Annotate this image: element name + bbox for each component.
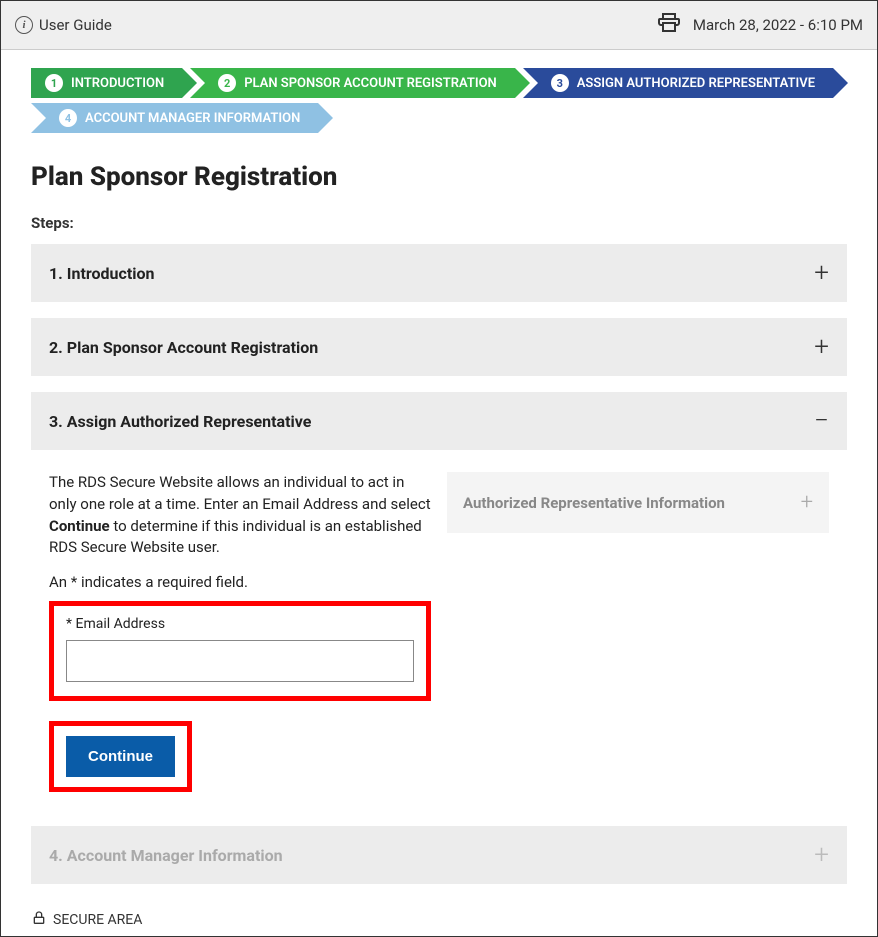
accordion-title: 4. Account Manager Information <box>49 846 283 865</box>
info-panel[interactable]: Authorized Representative Information + <box>447 472 829 533</box>
timestamp: March 28, 2022 - 6:10 PM <box>693 16 863 34</box>
accordion-title: 3. Assign Authorized Representative <box>49 412 311 431</box>
continue-button[interactable]: Continue <box>66 736 175 777</box>
app-header: i User Guide March 28, 2022 - 6:10 PM <box>1 1 877 50</box>
body-right: Authorized Representative Information + <box>447 472 829 792</box>
plus-icon: + <box>801 490 813 515</box>
plus-icon: + <box>814 334 829 360</box>
intro-paragraph: The RDS Secure Website allows an individ… <box>49 472 431 559</box>
secure-label: SECURE AREA <box>53 912 142 928</box>
main-content: 1 INTRODUCTION 2 PLAN SPONSOR ACCOUNT RE… <box>1 50 877 910</box>
para-bold: Continue <box>49 517 110 535</box>
info-icon: i <box>15 16 33 34</box>
header-title: User Guide <box>39 16 112 34</box>
email-highlight: * Email Address <box>49 601 431 701</box>
accordion-title: 1. Introduction <box>49 264 154 283</box>
breadcrumb-label: ASSIGN AUTHORIZED REPRESENTATIVE <box>577 76 815 91</box>
para-text-pre: The RDS Secure Website allows an individ… <box>49 473 431 513</box>
breadcrumb-label: PLAN SPONSOR ACCOUNT REGISTRATION <box>244 76 497 91</box>
accordion-plan-sponsor[interactable]: 2. Plan Sponsor Account Registration + <box>31 318 847 376</box>
breadcrumb-step-2[interactable]: 2 PLAN SPONSOR ACCOUNT REGISTRATION <box>190 68 515 98</box>
header-right: March 28, 2022 - 6:10 PM <box>657 11 863 39</box>
breadcrumb-step-1[interactable]: 1 INTRODUCTION <box>31 68 182 98</box>
header-left: i User Guide <box>15 16 112 34</box>
page-title: Plan Sponsor Registration <box>31 162 847 192</box>
continue-highlight: Continue <box>49 721 192 792</box>
email-input[interactable] <box>66 640 414 682</box>
breadcrumb-step-4[interactable]: 4 ACCOUNT MANAGER INFORMATION <box>31 103 318 133</box>
accordion-body: The RDS Secure Website allows an individ… <box>31 466 847 810</box>
breadcrumb-num: 3 <box>551 74 569 92</box>
breadcrumb-wizard: 1 INTRODUCTION 2 PLAN SPONSOR ACCOUNT RE… <box>31 68 847 138</box>
breadcrumb-label: ACCOUNT MANAGER INFORMATION <box>85 111 300 126</box>
accordion-introduction[interactable]: 1. Introduction + <box>31 244 847 302</box>
lock-icon <box>31 910 47 930</box>
footer: SECURE AREA <box>1 910 877 936</box>
breadcrumb-num: 1 <box>45 74 63 92</box>
breadcrumb-num: 4 <box>59 109 77 127</box>
accordion-title: 2. Plan Sponsor Account Registration <box>49 338 318 357</box>
breadcrumb-num: 2 <box>218 74 236 92</box>
email-label: * Email Address <box>66 616 414 632</box>
breadcrumb-step-3[interactable]: 3 ASSIGN AUTHORIZED REPRESENTATIVE <box>523 68 833 98</box>
info-panel-title: Authorized Representative Information <box>463 494 725 512</box>
required-note: An * indicates a required field. <box>49 573 431 591</box>
steps-label: Steps: <box>31 214 847 232</box>
accordion-assign-rep[interactable]: 3. Assign Authorized Representative − <box>31 392 847 450</box>
print-icon[interactable] <box>657 11 681 39</box>
accordion-account-manager: 4. Account Manager Information + <box>31 826 847 884</box>
body-left: The RDS Secure Website allows an individ… <box>49 472 431 792</box>
minus-icon: − <box>814 408 829 434</box>
breadcrumb-label: INTRODUCTION <box>71 76 164 91</box>
plus-icon: + <box>814 260 829 286</box>
plus-icon: + <box>814 842 829 868</box>
